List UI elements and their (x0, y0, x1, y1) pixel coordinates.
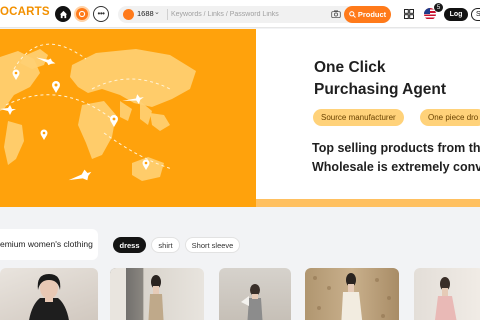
product-image (241, 284, 263, 320)
banner-subheadline: Top selling products from the Wholesale … (312, 139, 480, 177)
logo-text: OCARTS (0, 6, 50, 18)
chip-shirt[interactable]: shirt (151, 237, 180, 253)
banner-bottom-strip (256, 199, 480, 207)
search-icon (349, 11, 356, 18)
banner-map (0, 29, 256, 207)
home-button[interactable] (55, 6, 71, 22)
banner-text-panel: One Click Purchasing Agent Source manufa… (256, 29, 480, 207)
banner-headline: One Click Purchasing Agent (314, 57, 446, 101)
camera-icon[interactable] (331, 10, 341, 18)
product-card[interactable] (0, 268, 98, 320)
product-image (435, 277, 457, 320)
product-card[interactable] (110, 268, 204, 320)
tag-one-piece-dropshipping[interactable]: One piece dro (420, 109, 480, 126)
top-navigation-bar: OCARTS ••• 1688 ⌄ Product 5 Log S (0, 0, 480, 28)
notification-badge: 5 (434, 3, 443, 12)
more-icon: ••• (97, 9, 105, 18)
world-map-illustration (0, 43, 196, 181)
subheadline-line-1: Top selling products from the (312, 141, 480, 155)
chip-dress[interactable]: dress (113, 237, 146, 253)
login-button[interactable]: Log (444, 8, 468, 21)
chevron-down-icon[interactable]: ⌄ (154, 8, 160, 16)
category-label: emium women's clothing (0, 239, 93, 249)
divider (167, 9, 168, 20)
product-card[interactable] (219, 268, 291, 320)
product-image (110, 268, 164, 320)
signup-button[interactable]: S (471, 8, 480, 21)
source-logo-icon (123, 9, 134, 20)
more-button[interactable]: ••• (93, 6, 109, 22)
product-button-label: Product (357, 10, 387, 19)
product-image (29, 274, 69, 320)
grid-icon[interactable] (404, 9, 414, 19)
tag-source-manufacturer[interactable]: Source manufacturer (313, 109, 404, 126)
page: OCARTS ••• 1688 ⌄ Product 5 Log S (0, 0, 480, 320)
subheadline-line-2: Wholesale is extremely conve (312, 160, 480, 174)
source-selector[interactable]: 1688 (137, 9, 154, 18)
search-input[interactable] (171, 8, 321, 21)
headline-line-2: Purchasing Agent (314, 81, 447, 98)
headline-line-1: One Click (314, 59, 386, 76)
product-search-button[interactable]: Product (344, 6, 391, 23)
logo[interactable]: OCARTS (0, 6, 50, 18)
product-card[interactable] (414, 268, 480, 320)
search-bar: 1688 ⌄ Product (118, 6, 391, 23)
product-card[interactable] (305, 268, 399, 320)
category-panel[interactable]: emium women's clothing (0, 229, 98, 260)
cart-button[interactable] (74, 6, 90, 22)
chip-short-sleeve[interactable]: Short sleeve (185, 237, 240, 253)
home-icon (59, 10, 67, 18)
product-image (313, 273, 391, 320)
cart-icon (78, 10, 86, 18)
